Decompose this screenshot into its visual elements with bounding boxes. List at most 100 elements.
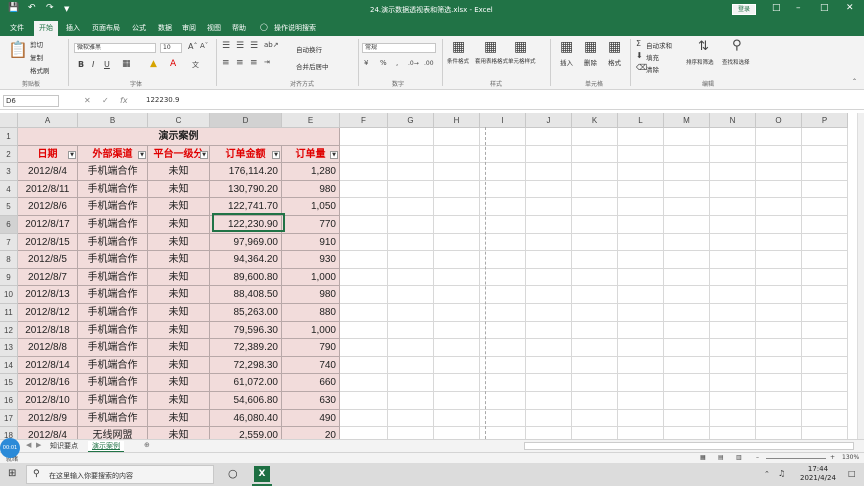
empty-cell[interactable] — [526, 321, 572, 340]
table-cell[interactable]: 660 — [282, 374, 340, 392]
fill-color-icon[interactable]: ▲ — [150, 59, 157, 69]
empty-cell[interactable] — [340, 163, 388, 181]
filter-dropdown-icon[interactable]: ▼ — [272, 150, 280, 159]
empty-cell[interactable] — [434, 268, 480, 287]
empty-cell[interactable] — [388, 286, 434, 304]
row-header[interactable]: 14 — [0, 356, 18, 375]
table-cell[interactable]: 2012/8/4 — [18, 163, 78, 181]
empty-cell[interactable] — [340, 374, 388, 392]
column-header[interactable]: L — [618, 113, 664, 128]
tab-page-layout[interactable]: 页面布局 — [92, 23, 120, 33]
tab-help[interactable]: 帮助 — [232, 23, 246, 33]
sort-filter-button[interactable]: 排序和筛选 — [686, 58, 714, 66]
orientation-icon[interactable]: ab↗ — [264, 41, 279, 49]
empty-cell[interactable] — [664, 198, 710, 216]
empty-cell[interactable] — [802, 339, 848, 357]
find-select-icon[interactable]: ⚲ — [732, 38, 742, 53]
empty-cell[interactable] — [526, 427, 572, 439]
empty-cell[interactable] — [664, 251, 710, 269]
empty-cell[interactable] — [480, 321, 526, 340]
empty-cell[interactable] — [802, 145, 848, 164]
zoom-level[interactable]: 130% — [842, 454, 859, 461]
login-button[interactable]: 登录 — [732, 4, 756, 15]
table-cell[interactable]: 2012/8/11 — [18, 180, 78, 199]
table-title[interactable]: 演示案例 — [18, 128, 340, 146]
empty-cell[interactable] — [802, 233, 848, 252]
row-header[interactable]: 8 — [0, 251, 18, 269]
table-cell[interactable]: 1,280 — [282, 163, 340, 181]
table-cell[interactable]: 1,000 — [282, 268, 340, 287]
shrink-font-icon[interactable]: Aˇ — [200, 42, 208, 50]
table-cell[interactable]: 88,408.50 — [210, 286, 282, 304]
empty-cell[interactable] — [572, 268, 618, 287]
empty-cell[interactable] — [434, 321, 480, 340]
next-sheet-icon[interactable]: ▶ — [36, 441, 41, 449]
name-box[interactable]: D6 — [3, 95, 59, 107]
table-cell[interactable]: 未知 — [148, 251, 210, 269]
empty-cell[interactable] — [710, 374, 756, 392]
empty-cell[interactable] — [526, 216, 572, 234]
format-as-table-icon[interactable]: ▦ — [484, 39, 497, 55]
tell-me-search[interactable]: 操作说明搜索 — [274, 23, 316, 33]
empty-cell[interactable] — [434, 374, 480, 392]
table-cell[interactable]: 手机端合作 — [78, 392, 148, 410]
empty-cell[interactable] — [618, 409, 664, 428]
empty-cell[interactable] — [572, 145, 618, 164]
empty-cell[interactable] — [664, 233, 710, 252]
empty-cell[interactable] — [618, 268, 664, 287]
column-header[interactable]: K — [572, 113, 618, 128]
empty-cell[interactable] — [756, 304, 802, 322]
empty-cell[interactable] — [480, 163, 526, 181]
underline-icon[interactable]: U — [104, 60, 110, 69]
table-cell[interactable]: 手机端合作 — [78, 286, 148, 304]
zoom-in-icon[interactable]: + — [830, 454, 835, 461]
empty-cell[interactable] — [572, 321, 618, 340]
empty-cell[interactable] — [618, 180, 664, 199]
worksheet-grid[interactable]: ABCDEFGHIJKLMNOP 1 2 3 4 5 6 7 8 9 10 11 12 13 14 15 16… — [0, 113, 858, 439]
empty-cell[interactable] — [802, 286, 848, 304]
table-cell[interactable]: 910 — [282, 233, 340, 252]
table-cell[interactable]: 85,263.00 — [210, 304, 282, 322]
increase-decimal-icon[interactable]: .0→ — [408, 60, 419, 67]
currency-icon[interactable]: ¥ — [364, 59, 368, 67]
empty-cell[interactable] — [388, 233, 434, 252]
column-header[interactable]: D — [210, 113, 282, 128]
delete-cells-button[interactable]: 删除 — [584, 57, 597, 67]
table-cell[interactable]: 手机端合作 — [78, 163, 148, 181]
tab-file[interactable]: 文件 — [10, 23, 24, 33]
column-header[interactable]: E — [282, 113, 340, 128]
empty-cell[interactable] — [572, 356, 618, 375]
zoom-slider[interactable] — [766, 458, 826, 459]
empty-cell[interactable] — [480, 128, 526, 146]
empty-cell[interactable] — [434, 356, 480, 375]
column-header[interactable]: M — [664, 113, 710, 128]
column-header[interactable]: A — [18, 113, 78, 128]
empty-cell[interactable] — [388, 321, 434, 340]
normal-view-icon[interactable]: ▦ — [700, 454, 706, 461]
table-cell[interactable]: 未知 — [148, 198, 210, 216]
taskbar-search-box[interactable]: ⚲ 在这里输入你要搜索的内容 — [26, 465, 214, 484]
table-cell[interactable]: 2012/8/13 — [18, 286, 78, 304]
column-header[interactable]: C — [148, 113, 210, 128]
insert-cells-button[interactable]: 插入 — [560, 57, 573, 67]
row-header[interactable]: 12 — [0, 321, 18, 340]
add-sheet-icon[interactable]: ⊕ — [144, 441, 150, 449]
table-cell[interactable]: 未知 — [148, 321, 210, 340]
empty-cell[interactable] — [388, 180, 434, 199]
empty-cell[interactable] — [434, 409, 480, 428]
empty-cell[interactable] — [802, 409, 848, 428]
column-header[interactable]: P — [802, 113, 848, 128]
empty-cell[interactable] — [572, 427, 618, 439]
row-header[interactable]: 6 — [0, 216, 18, 234]
table-cell[interactable]: 72,389.20 — [210, 339, 282, 357]
table-cell[interactable]: 手机端合作 — [78, 339, 148, 357]
empty-cell[interactable] — [756, 198, 802, 216]
empty-cell[interactable] — [526, 356, 572, 375]
align-left-icon[interactable]: ≡ — [222, 58, 230, 68]
empty-cell[interactable] — [526, 163, 572, 181]
table-cell[interactable]: 2012/8/17 — [18, 216, 78, 234]
empty-cell[interactable] — [756, 251, 802, 269]
percent-icon[interactable]: % — [380, 59, 387, 67]
number-format-select[interactable]: 常规 — [362, 43, 436, 53]
empty-cell[interactable] — [756, 286, 802, 304]
